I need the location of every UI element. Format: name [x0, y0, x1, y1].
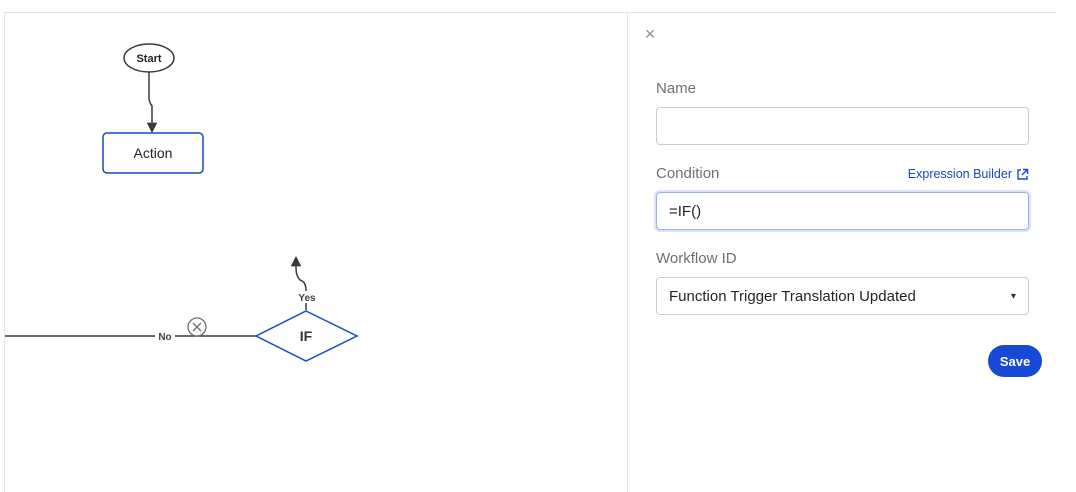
action-node[interactable]: Action [102, 132, 204, 174]
properties-panel: × Name Condition Expression Builder Work… [627, 13, 1076, 492]
edge-start-to-action [146, 72, 158, 134]
yes-label: Yes [298, 293, 316, 304]
workflow-id-select[interactable]: Function Trigger Translation Updated ▾ [656, 277, 1029, 315]
save-button[interactable]: Save [988, 345, 1042, 377]
expression-builder-label: Expression Builder [907, 167, 1012, 181]
workflow-diagram: Start Action Yes No IF [5, 43, 359, 362]
close-icon[interactable]: × [642, 25, 658, 43]
external-link-icon [1017, 168, 1029, 180]
condition-label: Condition [656, 165, 720, 182]
workflow-editor: Start Action Yes No IF × Name Condition … [0, 0, 1076, 492]
if-node-label: IF [300, 328, 313, 344]
workflow-id-value: Function Trigger Translation Updated [669, 287, 916, 305]
action-node-label: Action [134, 145, 173, 161]
condition-input[interactable] [656, 192, 1029, 230]
remove-edge-icon[interactable] [187, 317, 207, 337]
start-node[interactable]: Start [123, 43, 175, 73]
chevron-down-icon: ▾ [1010, 290, 1016, 302]
workflow-canvas[interactable]: Start Action Yes No IF [5, 13, 627, 492]
expression-builder-link[interactable]: Expression Builder [908, 167, 1029, 181]
no-label: No [158, 332, 171, 343]
if-node[interactable]: IF [254, 310, 359, 362]
name-label: Name [656, 80, 697, 97]
name-input[interactable] [656, 107, 1029, 145]
workflow-id-label: Workflow ID [656, 250, 737, 267]
start-node-label: Start [136, 53, 161, 65]
